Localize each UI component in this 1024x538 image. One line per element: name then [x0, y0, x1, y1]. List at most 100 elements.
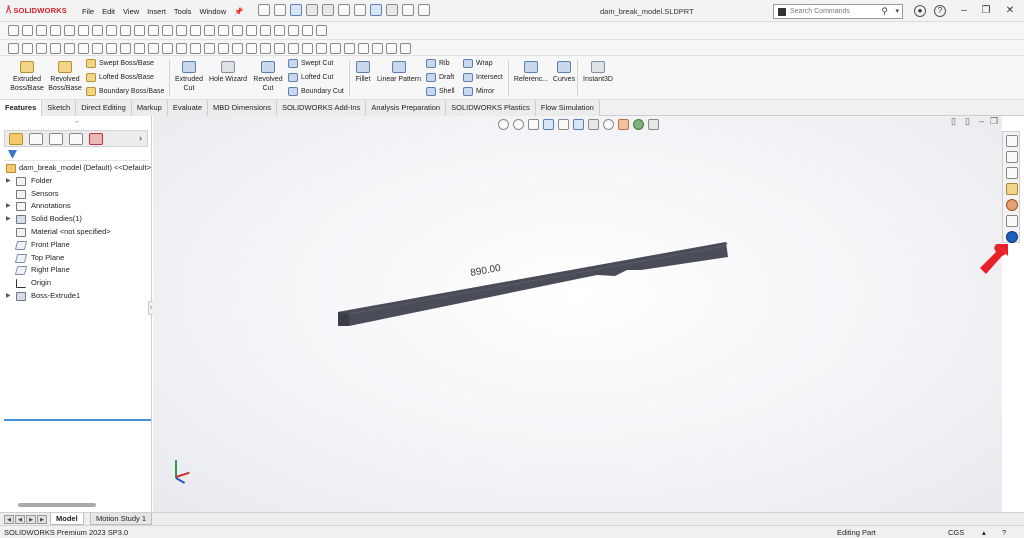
- axis-icon[interactable]: [92, 43, 103, 54]
- filter-vertices-icon[interactable]: [8, 43, 19, 54]
- fillet-button[interactable]: Fillet: [352, 59, 374, 84]
- help-icon[interactable]: ?: [934, 5, 946, 17]
- lofted-cut-button[interactable]: Lofted Cut: [288, 73, 333, 82]
- convert-icon[interactable]: [120, 25, 131, 36]
- tab-analysis-preparation[interactable]: Analysis Preparation: [366, 100, 447, 116]
- table-icon[interactable]: [302, 43, 313, 54]
- tree-item[interactable]: Right Plane: [4, 264, 152, 277]
- tab-sketch[interactable]: Sketch: [42, 100, 77, 116]
- revolved-boss-button[interactable]: Revolved Boss/Base: [47, 59, 83, 93]
- boundary-boss-button[interactable]: Boundary Boss/Base: [86, 87, 164, 96]
- tab-flow-simulation[interactable]: Flow Simulation: [535, 100, 600, 116]
- tab-solidworks-plastics[interactable]: SOLIDWORKS Plastics: [446, 100, 536, 116]
- solidworks-resources-icon[interactable]: [1006, 135, 1018, 147]
- feature-manager-tree-icon[interactable]: [9, 133, 23, 145]
- filter-faces-icon[interactable]: [36, 43, 47, 54]
- tab-direct-editing[interactable]: Direct Editing: [76, 100, 132, 116]
- graphics-area[interactable]: ▯ ▯ – ❐ 890.00: [153, 116, 1002, 512]
- annotation-view-icon[interactable]: [372, 43, 383, 54]
- datum-icon[interactable]: [204, 43, 215, 54]
- tree-item[interactable]: Sensors: [4, 188, 152, 201]
- quick-snaps-icon[interactable]: [218, 25, 229, 36]
- tab-model[interactable]: Model: [50, 513, 84, 525]
- layer-icon[interactable]: [330, 43, 341, 54]
- weld-icon[interactable]: [246, 43, 257, 54]
- tree-filter[interactable]: [4, 149, 148, 161]
- tree-item[interactable]: ▶ Annotations: [4, 200, 152, 213]
- relations-icon[interactable]: [190, 25, 201, 36]
- tolerance-icon[interactable]: [218, 43, 229, 54]
- expand-arrow-icon[interactable]: ▶: [6, 213, 11, 226]
- dimension-label[interactable]: 890.00: [470, 263, 502, 279]
- rib-button[interactable]: Rib: [426, 59, 450, 68]
- hole-callout-icon[interactable]: [260, 43, 271, 54]
- unit-system[interactable]: CGS: [948, 528, 964, 537]
- beam-end-face[interactable]: [338, 312, 349, 326]
- print-icon[interactable]: [322, 4, 334, 16]
- sketch-point-icon[interactable]: [134, 43, 145, 54]
- menu-edit[interactable]: Edit: [102, 7, 115, 16]
- user-account-icon[interactable]: ●: [914, 5, 926, 17]
- filter-edges-icon[interactable]: [22, 43, 33, 54]
- horizontal-scrollbar[interactable]: [18, 503, 96, 507]
- point-icon[interactable]: [78, 43, 89, 54]
- swept-cut-button[interactable]: Swept Cut: [288, 59, 333, 68]
- surface-finish-icon[interactable]: [232, 43, 243, 54]
- tree-item[interactable]: Origin: [4, 277, 152, 290]
- select-other-icon[interactable]: [64, 43, 75, 54]
- close-sketch-icon[interactable]: [302, 25, 313, 36]
- save-icon[interactable]: [306, 4, 318, 16]
- solidworks-logo[interactable]: ᐰ SOLIDWORKS: [6, 6, 67, 15]
- solidworks-forum-icon[interactable]: [1006, 231, 1018, 243]
- open-icon[interactable]: [290, 4, 302, 16]
- swept-boss-button[interactable]: Swept Boss/Base: [86, 59, 154, 68]
- balloon-icon[interactable]: [190, 43, 201, 54]
- expand-arrow-icon[interactable]: ▶: [6, 290, 11, 303]
- select-icon[interactable]: [370, 4, 382, 16]
- check-sketch-icon[interactable]: [288, 25, 299, 36]
- revision-icon[interactable]: [316, 43, 327, 54]
- move-icon[interactable]: [176, 25, 187, 36]
- rectangle-icon[interactable]: [50, 25, 61, 36]
- search-scope-icon[interactable]: [778, 8, 786, 16]
- tree-item[interactable]: Front Plane: [4, 239, 152, 252]
- chevron-down-icon[interactable]: ▾: [895, 7, 899, 15]
- restore-button[interactable]: ❐: [978, 3, 994, 19]
- arc-icon[interactable]: [78, 25, 89, 36]
- instant3d-button[interactable]: Instant3D: [580, 59, 616, 84]
- tree-root-part[interactable]: dam_break_model (Default) <<Default>: [4, 162, 152, 175]
- tab-motion-study-1[interactable]: Motion Study 1: [90, 513, 153, 525]
- mirror-entities-icon[interactable]: [148, 25, 159, 36]
- menu-window[interactable]: Window: [199, 7, 226, 16]
- block-icon[interactable]: [288, 43, 299, 54]
- tree-item[interactable]: Top Plane: [4, 252, 152, 265]
- tab-evaluate[interactable]: Evaluate: [167, 100, 209, 116]
- prev-tab-icon[interactable]: ◀: [15, 515, 25, 524]
- tab-solidworks-add-ins[interactable]: SOLIDWORKS Add-Ins: [276, 100, 367, 116]
- search-commands-box[interactable]: Search Commands ⚲ ▾: [773, 4, 903, 19]
- rapid-sketch-icon[interactable]: [232, 25, 243, 36]
- smart-dimension-icon[interactable]: [8, 25, 19, 36]
- centerline-icon[interactable]: [148, 43, 159, 54]
- reference-geometry-button[interactable]: Referenc...: [512, 59, 550, 84]
- hole-wizard-button[interactable]: Hole Wizard: [207, 59, 249, 84]
- tree-item[interactable]: ▶ Boss-Extrude1: [4, 290, 152, 303]
- tree-item[interactable]: ▶ Solid Bodies(1): [4, 213, 152, 226]
- panel-expand-icon[interactable]: ⌃: [74, 120, 80, 128]
- intersect-button[interactable]: Intersect: [463, 73, 503, 82]
- repair-icon[interactable]: [204, 25, 215, 36]
- extruded-boss-button[interactable]: Extruded Boss/Base: [8, 59, 46, 93]
- hatch-icon[interactable]: [358, 43, 369, 54]
- linear-pattern-button[interactable]: Linear Pattern: [375, 59, 423, 84]
- sketch-icon[interactable]: [22, 25, 33, 36]
- circle-icon[interactable]: [64, 25, 75, 36]
- menu-insert[interactable]: Insert: [147, 7, 166, 16]
- exit-sketch-icon[interactable]: [316, 25, 327, 36]
- section-icon[interactable]: [386, 43, 397, 54]
- customize-status-icon[interactable]: ▴: [982, 528, 986, 537]
- redo-icon[interactable]: [354, 4, 366, 16]
- note-icon[interactable]: [176, 43, 187, 54]
- pattern-icon[interactable]: [162, 25, 173, 36]
- flag-icon[interactable]: [344, 43, 355, 54]
- next-tab-icon[interactable]: ▶: [26, 515, 36, 524]
